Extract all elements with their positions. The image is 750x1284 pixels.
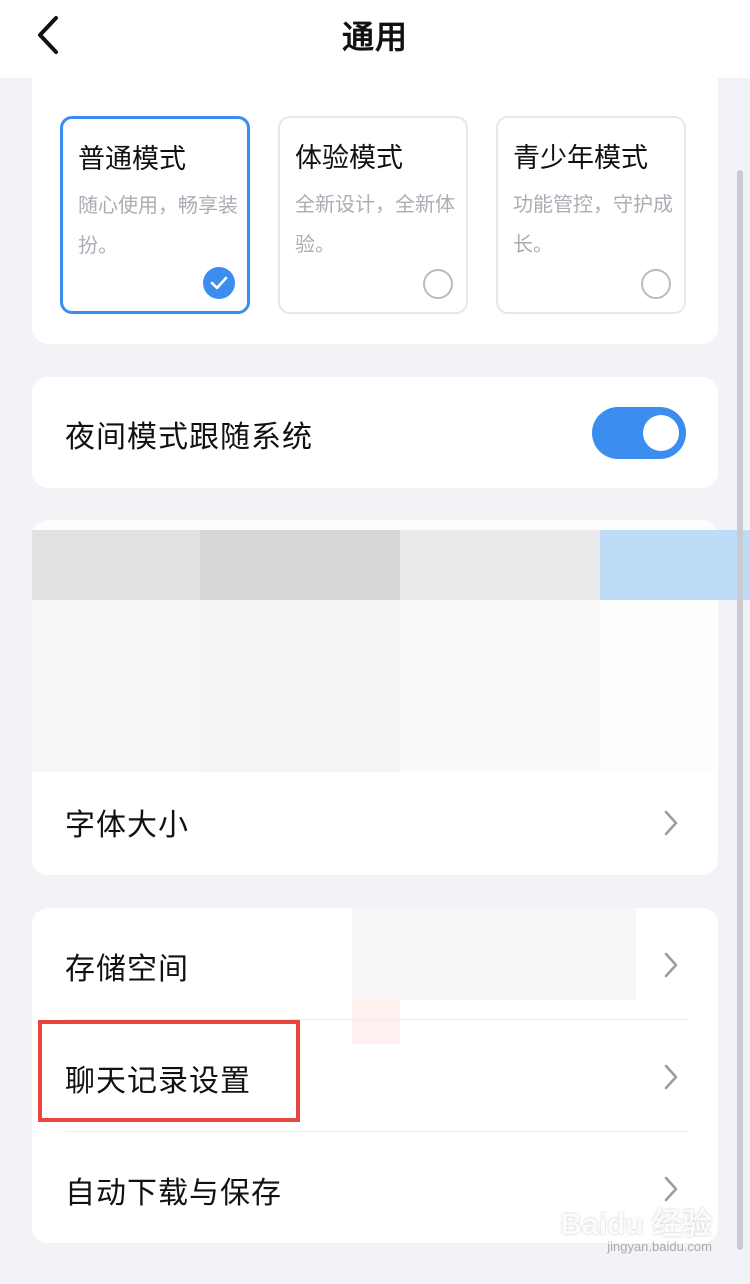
chevron-right-icon xyxy=(664,952,678,978)
chevron-right-icon xyxy=(664,810,678,836)
storage-space-row[interactable]: 存储空间 xyxy=(32,908,718,1020)
night-mode-toggle[interactable] xyxy=(592,407,686,459)
toggle-knob xyxy=(643,415,679,451)
mode-option-experience[interactable]: 体验模式 全新设计，全新体验。 xyxy=(278,116,468,314)
page-title: 通用 xyxy=(341,18,408,56)
night-mode-card: 夜间模式跟随系统 xyxy=(32,377,718,488)
storage-space-label: 存储空间 xyxy=(65,952,189,987)
watermark: Baidu 经验 jingyan.baidu.com xyxy=(560,1199,712,1254)
mosaic-block xyxy=(32,600,200,772)
font-size-row[interactable]: 字体大小 xyxy=(32,772,718,875)
mosaic-block xyxy=(400,600,600,772)
mosaic-block xyxy=(400,530,600,600)
mode-title: 普通模式 xyxy=(78,144,186,175)
font-size-card: 字体大小 xyxy=(32,772,718,875)
settings-page: 通用 普通模式 随心使用，畅享装扮。 体验模式 全新设计，全新体验。 青少年模式… xyxy=(0,0,750,1284)
mode-option-youth[interactable]: 青少年模式 功能管控，守护成长。 xyxy=(496,116,686,314)
mosaic-block xyxy=(600,530,750,600)
mode-description: 功能管控，守护成长。 xyxy=(513,192,673,256)
chevron-right-icon xyxy=(664,1064,678,1090)
mosaic-block xyxy=(200,530,400,600)
auto-download-save-label: 自动下载与保存 xyxy=(65,1176,282,1211)
baidu-logo: Baidu 经验 xyxy=(560,1208,712,1241)
highlight-box xyxy=(38,1020,300,1122)
night-mode-label: 夜间模式跟随系统 xyxy=(65,420,313,455)
mosaic-block xyxy=(200,600,400,772)
mode-title: 体验模式 xyxy=(295,143,403,174)
font-size-label: 字体大小 xyxy=(65,808,189,843)
mode-description: 全新设计，全新体验。 xyxy=(295,192,455,256)
mosaic-block xyxy=(32,530,200,600)
nav-header: 通用 xyxy=(0,0,750,78)
mosaic-region xyxy=(32,520,750,772)
mode-description: 随心使用，畅享装扮。 xyxy=(78,193,238,257)
mode-option-normal[interactable]: 普通模式 随心使用，畅享装扮。 xyxy=(60,116,250,314)
radio-unchecked[interactable] xyxy=(641,269,671,299)
scrollbar[interactable] xyxy=(737,170,743,1250)
check-icon xyxy=(210,276,228,290)
mode-title: 青少年模式 xyxy=(513,143,648,174)
mode-selection-card: 普通模式 随心使用，畅享装扮。 体验模式 全新设计，全新体验。 青少年模式 功能… xyxy=(32,60,718,344)
radio-unchecked[interactable] xyxy=(423,269,453,299)
radio-checked[interactable] xyxy=(203,267,235,299)
